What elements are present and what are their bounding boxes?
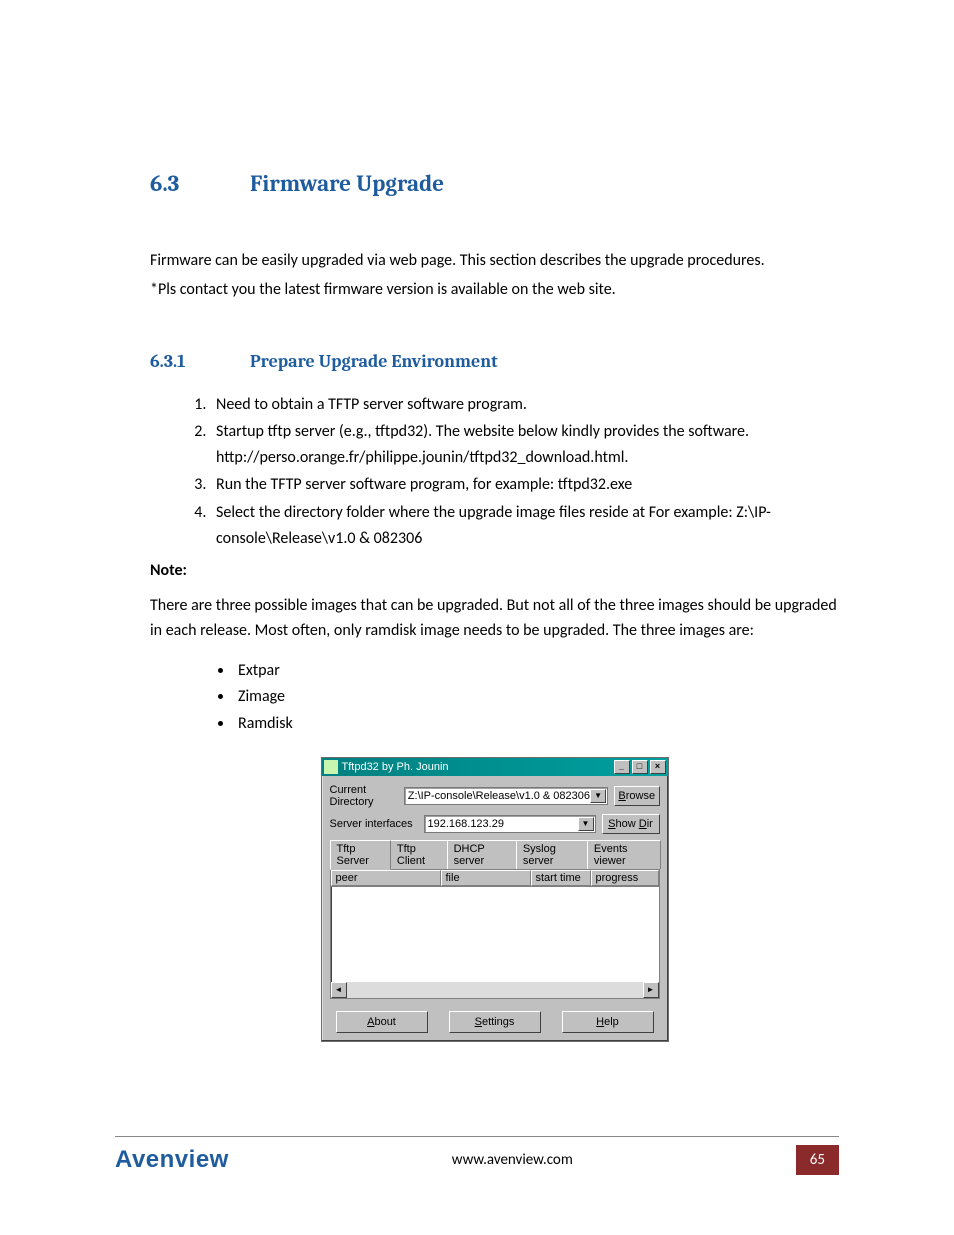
list-item: Ramdisk <box>234 711 839 737</box>
list-item: Extpar <box>234 658 839 684</box>
dropdown-icon[interactable]: ▼ <box>590 789 606 803</box>
page-number: 65 <box>796 1145 839 1175</box>
note-body: There are three possible images that can… <box>150 594 839 644</box>
browse-label-rest: rowse <box>626 790 655 802</box>
steps-list: Need to obtain a TFTP server software pr… <box>150 392 839 552</box>
server-if-combo[interactable]: 192.168.123.29 ▼ <box>424 815 596 833</box>
current-dir-value: Z:\IP-console\Release\v1.0 & 082306 <box>408 790 590 802</box>
server-if-label: Server interfaces <box>330 818 418 830</box>
step-item: Select the directory folder where the up… <box>210 500 839 551</box>
scroll-left-icon[interactable]: ◄ <box>331 982 347 998</box>
col-file[interactable]: file <box>441 870 531 886</box>
titlebar[interactable]: Tftpd32 by Ph. Jounin _ □ × <box>322 758 668 776</box>
settings-button[interactable]: Settings <box>449 1011 541 1033</box>
intro-paragraph-1: Firmware can be easily upgraded via web … <box>150 249 839 274</box>
step-item: Startup tftp server (e.g., tftpd32). The… <box>210 419 839 470</box>
close-button[interactable]: × <box>650 760 666 774</box>
step-item: Run the TFTP server software program, fo… <box>210 472 839 498</box>
tab-events-viewer[interactable]: Events viewer <box>587 840 661 869</box>
help-button[interactable]: Help <box>562 1011 654 1033</box>
list-header: peer file start time progress <box>331 870 659 887</box>
minimize-button[interactable]: _ <box>614 760 630 774</box>
footer-url: www.avenview.com <box>229 1151 796 1169</box>
server-if-value: 192.168.123.29 <box>428 818 578 830</box>
scroll-right-icon[interactable]: ► <box>643 982 659 998</box>
app-icon <box>324 760 338 774</box>
subsection-number: 6.3.1 <box>150 351 250 372</box>
showdir-button[interactable]: Show Dir <box>602 814 660 834</box>
section-title: Firmware Upgrade <box>250 170 444 197</box>
tab-dhcp-server[interactable]: DHCP server <box>447 840 517 869</box>
current-dir-combo[interactable]: Z:\IP-console\Release\v1.0 & 082306 ▼ <box>404 787 608 805</box>
about-button[interactable]: About <box>336 1011 428 1033</box>
step-item: Need to obtain a TFTP server software pr… <box>210 392 839 418</box>
window-title: Tftpd32 by Ph. Jounin <box>342 761 614 773</box>
tab-syslog-server[interactable]: Syslog server <box>516 840 588 869</box>
list-panel: peer file start time progress ◄ ► <box>330 869 660 999</box>
browse-button[interactable]: Browse <box>614 786 659 806</box>
tab-tftp-server[interactable]: Tftp Server <box>330 840 391 870</box>
list-item: Zimage <box>234 684 839 710</box>
tftpd32-window: Tftpd32 by Ph. Jounin _ □ × Current Dire… <box>321 757 669 1042</box>
current-dir-label: Current Directory <box>330 784 398 808</box>
section-heading: 6.3Firmware Upgrade <box>150 170 839 197</box>
brand-logo: Avenview <box>115 1146 229 1174</box>
col-peer[interactable]: peer <box>331 870 441 886</box>
section-number: 6.3 <box>150 170 250 197</box>
tabs: Tftp Server Tftp Client DHCP server Sysl… <box>330 840 660 870</box>
intro-paragraph-2: *Pls contact you the latest firmware ver… <box>150 278 839 303</box>
note-label: Note: <box>150 561 839 580</box>
dropdown-icon[interactable]: ▼ <box>578 817 594 831</box>
images-list: Extpar Zimage Ramdisk <box>150 658 839 737</box>
subsection-title: Prepare Upgrade Environment <box>250 351 498 372</box>
subsection-heading: 6.3.1Prepare Upgrade Environment <box>150 351 839 372</box>
col-progress[interactable]: progress <box>591 870 659 886</box>
horizontal-scrollbar[interactable]: ◄ ► <box>331 982 659 998</box>
tab-tftp-client[interactable]: Tftp Client <box>390 840 448 869</box>
page-footer: Avenview www.avenview.com 65 <box>115 1136 839 1175</box>
col-start-time[interactable]: start time <box>531 870 591 886</box>
maximize-button[interactable]: □ <box>632 760 648 774</box>
